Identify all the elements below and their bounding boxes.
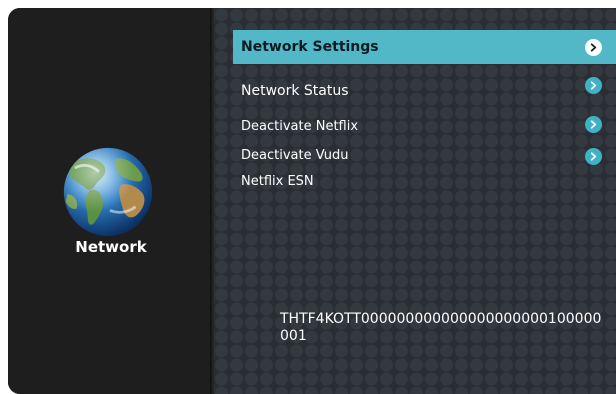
menu-panel: Network Settings Network Status Deactiva… bbox=[214, 8, 616, 394]
chevron-right-icon bbox=[585, 148, 602, 165]
chevron-right-icon bbox=[585, 116, 602, 133]
globe-icon bbox=[63, 147, 153, 237]
menu-item-label: Network Status bbox=[241, 83, 349, 99]
menu-item-deactivate-netflix[interactable]: Deactivate Netflix bbox=[233, 116, 616, 140]
menu-item-label: Deactivate Netflix bbox=[241, 119, 359, 134]
menu-item-network-settings[interactable]: Network Settings bbox=[233, 30, 616, 64]
netflix-esn-value: THTF4KOTT000000000000000000000100000001 bbox=[280, 311, 602, 344]
chevron-right-icon bbox=[585, 39, 602, 56]
chevron-right-icon bbox=[585, 77, 602, 94]
category-label: Network bbox=[75, 238, 147, 256]
menu-item-network-status[interactable]: Network Status bbox=[233, 77, 616, 104]
menu-item-netflix-esn[interactable]: Netflix ESN bbox=[233, 172, 616, 196]
category-sidebar: Network bbox=[8, 8, 210, 394]
menu-item-label: Network Settings bbox=[241, 39, 379, 55]
menu-item-deactivate-vudu[interactable]: Deactivate Vudu bbox=[233, 148, 616, 172]
menu-item-label: Netflix ESN bbox=[241, 174, 314, 189]
menu-item-label: Deactivate Vudu bbox=[241, 148, 349, 163]
tv-screen: Network Network Settings Network Status … bbox=[8, 8, 616, 394]
